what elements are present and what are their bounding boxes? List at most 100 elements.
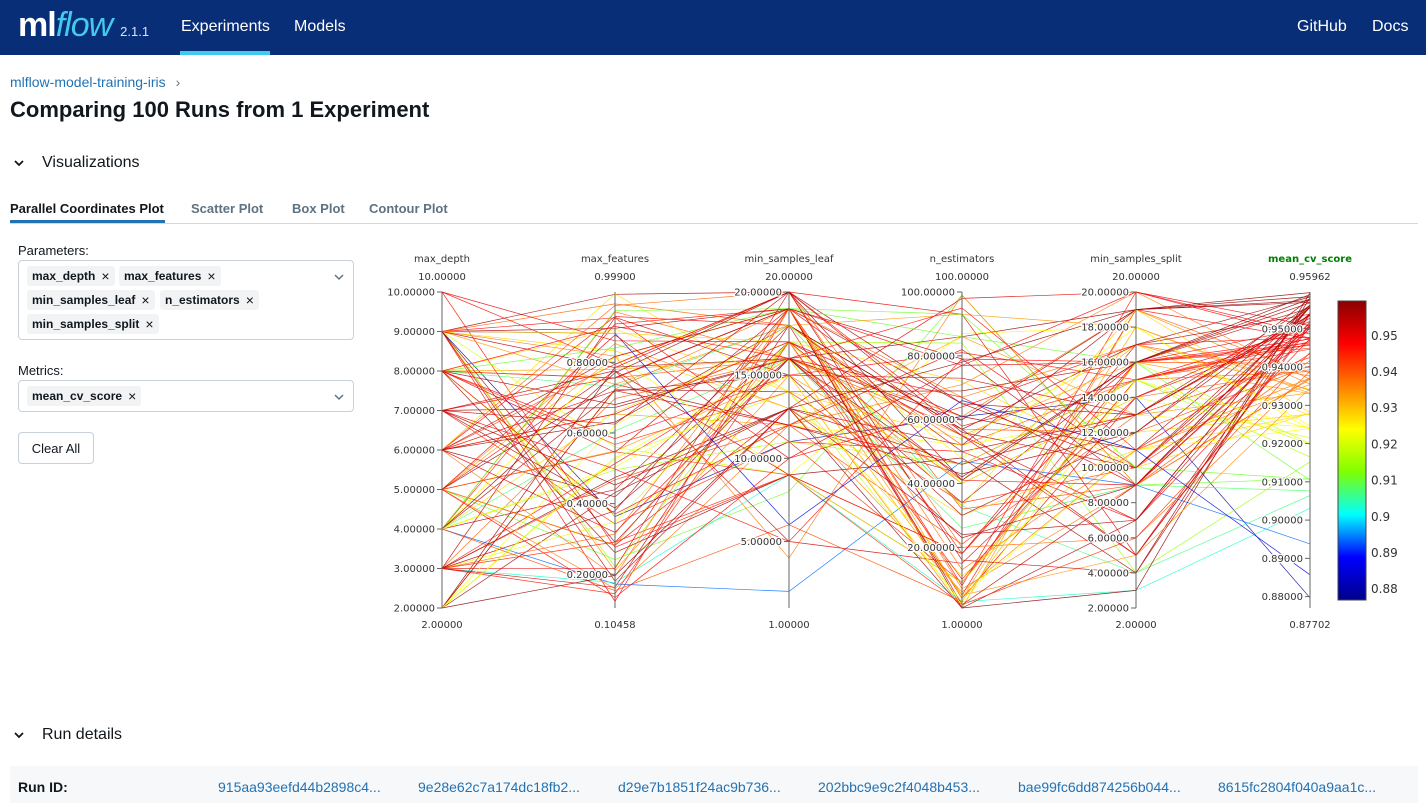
colorbar: 0.95 0.94 0.93 0.92 0.91 0.9 0.89 0.88 (1337, 300, 1398, 601)
parallel-coordinates-plot[interactable]: max_depth 10.00000 2.00000 10.00000 9.00000 8… (380, 240, 1420, 640)
run-details-title: Run details (42, 726, 123, 743)
remove-chip-icon[interactable]: × (145, 316, 153, 332)
axis-tick-label: 4.00000 (394, 525, 435, 536)
axis-tick-label: 0.92000 (1262, 439, 1303, 450)
axis-tick-label: 0.60000 (567, 428, 608, 439)
remove-chip-icon[interactable]: × (141, 292, 149, 308)
axis-title: min_samples_leaf (744, 254, 833, 265)
remove-chip-icon[interactable]: × (128, 388, 136, 404)
mlflow-logo[interactable]: ml flow 2.1.1 (18, 6, 149, 48)
axis-title: min_samples_split (1090, 254, 1182, 265)
run-line (441, 308, 1311, 521)
run-id-link[interactable]: 8615fc2804f040a9aa1c... (1218, 779, 1376, 795)
parameter-chip: max_features × (119, 266, 221, 286)
axis-title: n_estimators (930, 254, 995, 265)
axis-tick-label: 15.00000 (734, 371, 782, 382)
plot-lines (441, 291, 1311, 609)
colorbar-gradient (1337, 300, 1367, 601)
axis-min-label: 2.00000 (421, 620, 462, 631)
colorbar-tick-label: 0.93 (1371, 401, 1398, 415)
nav-experiments[interactable]: Experiments (181, 18, 270, 36)
chip-label: max_features (124, 269, 202, 283)
nav-active-indicator (180, 51, 270, 55)
run-id-link[interactable]: 915aa93eefd44b2898c4... (218, 779, 381, 795)
chevron-down-icon[interactable] (333, 271, 345, 283)
axis-min-label: 2.00000 (1115, 620, 1156, 631)
axis-title: mean_cv_score (1268, 254, 1352, 265)
tab-scatter-plot[interactable]: Scatter Plot (191, 201, 263, 216)
run-details-toggle[interactable]: Run details (12, 726, 122, 744)
top-nav-bar: ml flow 2.1.1 Experiments Models GitHub D… (0, 0, 1426, 55)
axis-tick-label: 5.00000 (394, 485, 435, 496)
run-id-row: Run ID: 915aa93eefd44b2898c4... 9e28e62c… (10, 766, 1418, 803)
colorbar-tick-label: 0.91 (1371, 474, 1398, 488)
metric-chip: mean_cv_score × (27, 386, 142, 406)
axis-tick-label: 20.00000 (1081, 288, 1129, 299)
colorbar-tick-label: 0.92 (1371, 437, 1398, 451)
axis-tick-label: 18.00000 (1081, 323, 1129, 334)
axis-tick-label: 0.80000 (567, 358, 608, 369)
axis-tick-label: 6.00000 (1088, 533, 1129, 544)
axis-tick-label: 0.88000 (1262, 592, 1303, 603)
remove-chip-icon[interactable]: × (101, 268, 109, 284)
chip-label: min_samples_split (32, 317, 140, 331)
metrics-select[interactable]: mean_cv_score × (18, 380, 354, 412)
colorbar-tick-label: 0.94 (1371, 365, 1398, 379)
axis-tick-label: 4.00000 (1088, 568, 1129, 579)
nav-docs[interactable]: Docs (1372, 18, 1408, 36)
axis-max-label: 100.00000 (935, 272, 989, 283)
axis-tick-label: 6.00000 (394, 446, 435, 457)
tab-box-plot[interactable]: Box Plot (292, 201, 345, 216)
colorbar-tick-label: 0.89 (1371, 546, 1398, 560)
chip-label: min_samples_leaf (32, 293, 136, 307)
colorbar-tick-label: 0.95 (1371, 329, 1398, 343)
nav-github[interactable]: GitHub (1297, 18, 1347, 36)
chip-label: max_depth (32, 269, 96, 283)
axis-min-label: 0.10458 (594, 620, 635, 631)
axis-tick-label: 16.00000 (1081, 358, 1129, 369)
axis-max-label: 10.00000 (418, 272, 466, 283)
axis-tick-label: 10.00000 (1081, 463, 1129, 474)
axis-tick-label: 9.00000 (394, 327, 435, 338)
visualizations-title: Visualizations (42, 154, 140, 171)
breadcrumb: mlflow-model-training-iris › (10, 74, 180, 90)
axis-max-label: 0.95962 (1289, 272, 1330, 283)
breadcrumb-separator: › (175, 74, 181, 90)
axis-tick-label: 0.95000 (1262, 324, 1303, 335)
axis-min-label: 1.00000 (768, 620, 809, 631)
axis-tick-label: 20.00000 (734, 288, 782, 299)
logo-flow: flow (55, 6, 113, 44)
parameters-select[interactable]: max_depth × max_features × min_samples_lea… (18, 260, 354, 340)
nav-models[interactable]: Models (294, 18, 346, 36)
parameter-chip: min_samples_leaf × (27, 290, 155, 310)
run-id-link[interactable]: 202bbc9e9c2f4048b453... (818, 779, 980, 795)
chevron-down-icon (14, 732, 24, 739)
remove-chip-icon[interactable]: × (246, 292, 254, 308)
axis-tick-label: 0.20000 (567, 570, 608, 581)
axis-tick-label: 60.00000 (907, 415, 955, 426)
tab-parallel-coordinates[interactable]: Parallel Coordinates Plot (10, 201, 164, 216)
run-line (441, 292, 1311, 609)
visualizations-toggle[interactable]: Visualizations (12, 154, 140, 172)
clear-all-button[interactable]: Clear All (18, 432, 94, 464)
run-id-link[interactable]: bae99fc6dd874256b044... (1018, 779, 1181, 795)
axis-tick-label: 0.94000 (1262, 363, 1303, 374)
tab-contour-plot[interactable]: Contour Plot (369, 201, 448, 216)
chevron-down-icon (14, 160, 24, 167)
run-id-label: Run ID: (18, 779, 68, 795)
parameters-label: Parameters: (18, 243, 89, 258)
axis-tick-label: 12.00000 (1081, 428, 1129, 439)
axis-title: max_features (581, 254, 649, 265)
colorbar-tick-label: 0.88 (1371, 582, 1398, 596)
run-id-link[interactable]: d29e7b1851f24ac9b736... (618, 779, 781, 795)
chevron-down-icon[interactable] (333, 391, 345, 403)
axis-tick-label: 3.00000 (394, 564, 435, 575)
breadcrumb-experiment-link[interactable]: mlflow-model-training-iris (10, 74, 166, 90)
axis-min-label: 1.00000 (941, 620, 982, 631)
axis-tick-label: 10.00000 (387, 288, 435, 299)
run-id-link[interactable]: 9e28e62c7a174dc18fb2... (418, 779, 580, 795)
metrics-label: Metrics: (18, 363, 64, 378)
remove-chip-icon[interactable]: × (207, 268, 215, 284)
axis-title: max_depth (414, 254, 470, 265)
axis-tick-label: 80.00000 (907, 351, 955, 362)
